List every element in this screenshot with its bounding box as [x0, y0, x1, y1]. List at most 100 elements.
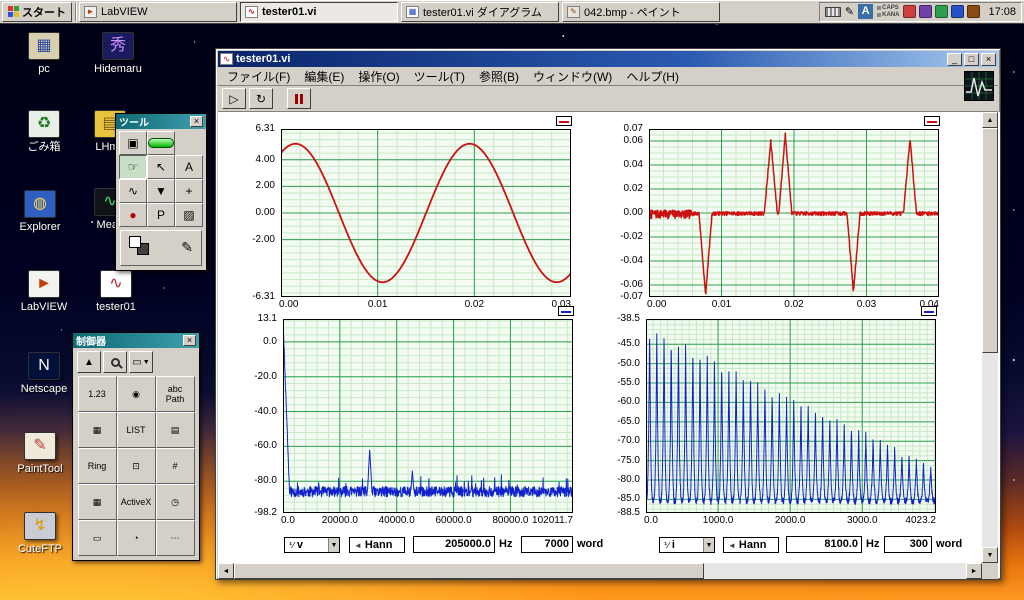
refnum-controls-icon[interactable]: ⊡ — [116, 448, 156, 484]
run-continuous-button[interactable]: ↻ — [249, 88, 273, 109]
table-controls-icon[interactable]: ▦ — [77, 484, 117, 520]
auto-tool-toggle-icon[interactable]: ▣ — [119, 131, 147, 155]
start-button[interactable]: スタート — [2, 1, 72, 22]
desktop-icon-hidemaru[interactable]: 秀 Hidemaru — [86, 32, 150, 75]
menu-item[interactable]: 編集(E) — [297, 67, 351, 86]
object-menu-tool-icon[interactable]: ▼ — [147, 179, 175, 203]
search-button[interactable] — [103, 351, 127, 373]
desktop-icon-cuteftp[interactable]: ↯ CuteFTP — [8, 512, 72, 555]
graph-controls-icon[interactable]: ▤ — [155, 412, 195, 448]
window-function-ring-left[interactable]: ◄ Hann — [349, 537, 405, 553]
controls-palette-titlebar[interactable]: 制御器 × — [73, 333, 199, 348]
taskbar-clock[interactable]: 17:08 — [984, 6, 1016, 18]
sound-icon[interactable] — [935, 5, 949, 18]
plot-legend[interactable] — [921, 306, 937, 316]
string-path-controls-icon[interactable]: abc Path — [155, 376, 195, 412]
scroll-right-icon[interactable]: ► — [966, 563, 982, 579]
sample-rate-input-left[interactable]: 205000.0 — [413, 536, 495, 553]
plot-area[interactable] — [281, 129, 571, 297]
chevron-down-icon[interactable]: ▼ — [328, 538, 339, 552]
chevron-down-icon[interactable]: ▼ — [703, 538, 714, 552]
ring-controls-icon[interactable]: Ring — [77, 448, 117, 484]
vertical-scroll-thumb[interactable] — [982, 128, 998, 353]
close-icon[interactable]: × — [190, 116, 203, 127]
pause-button[interactable] — [287, 88, 311, 109]
auto-tool-led-icon[interactable] — [147, 131, 175, 155]
ime-mode-indicator[interactable]: A — [858, 4, 874, 19]
signal-ring-right[interactable]: ⅟ i ▼ — [659, 537, 715, 553]
desktop-icon-explorer[interactable]: ◍ Explorer — [8, 190, 72, 233]
menu-item[interactable]: ウィンドウ(W) — [526, 67, 619, 86]
minimize-button[interactable]: _ — [947, 52, 962, 66]
close-icon[interactable]: × — [183, 335, 196, 346]
scroll-tool-icon[interactable]: + — [175, 179, 203, 203]
menu-item[interactable]: ファイル(F) — [220, 67, 297, 86]
desktop-icon-painttool[interactable]: ✎ PaintTool — [8, 432, 72, 475]
desktop-icon-tester01-vi[interactable]: ∿ tester01 — [84, 270, 148, 313]
sample-rate-input-right[interactable]: 8100.0 — [786, 536, 862, 553]
scroll-up-icon[interactable]: ▲ — [982, 112, 998, 128]
desktop-icon-recycle-bin[interactable]: ♻ ごみ箱 — [12, 110, 76, 153]
horizontal-scroll-thumb[interactable] — [234, 563, 704, 579]
atok-icon[interactable] — [919, 5, 933, 18]
gauge-controls-icon[interactable]: ◔ — [116, 520, 156, 556]
position-tool-icon[interactable]: ↖ — [147, 155, 175, 179]
task-button[interactable]: ► LabVIEW — [79, 1, 237, 22]
up-level-button[interactable]: ▲ — [77, 351, 101, 373]
clock-controls-icon[interactable]: ◷ — [155, 484, 195, 520]
desktop-icon-netscape[interactable]: N Netscape — [12, 352, 76, 395]
run-button[interactable]: ▷ — [222, 88, 246, 109]
plot-area[interactable] — [646, 319, 936, 513]
scroll-down-icon[interactable]: ▼ — [982, 547, 998, 563]
knob-controls-icon[interactable]: ◉ — [116, 376, 156, 412]
color-tool[interactable]: ✎ — [120, 230, 202, 266]
plot-legend[interactable] — [558, 306, 574, 316]
plot-area[interactable] — [649, 129, 939, 297]
window-titlebar[interactable]: ∿ tester01.vi _ □ × — [218, 51, 998, 67]
menu-item[interactable]: ヘルプ(H) — [619, 67, 686, 86]
vertical-scrollbar[interactable]: ▲ ▼ — [982, 112, 998, 563]
pen-input-icon[interactable]: ✎ — [845, 5, 854, 18]
color-copy-tool-icon[interactable]: ▨ — [175, 203, 203, 227]
edit-text-tool-icon[interactable]: A — [175, 155, 203, 179]
menu-item[interactable]: 操作(O) — [351, 67, 406, 86]
network-shield-icon[interactable] — [951, 5, 965, 18]
menu-item[interactable]: ツール(T) — [407, 67, 472, 86]
array-controls-icon[interactable]: ▦ — [77, 412, 117, 448]
scroll-left-icon[interactable]: ◄ — [218, 563, 234, 579]
foreground-color-swatch[interactable] — [129, 236, 141, 248]
tools-palette-titlebar[interactable]: ツール × — [116, 114, 206, 129]
close-button[interactable]: × — [981, 52, 996, 66]
plot-legend[interactable] — [556, 116, 572, 126]
options-button[interactable]: ▭ ▼ — [129, 351, 153, 373]
signal-ring-left[interactable]: ⅟ v ▼ — [284, 537, 340, 553]
activex-controls-icon[interactable]: ActiveX — [116, 484, 156, 520]
paintbrush-icon[interactable]: ✎ — [181, 239, 193, 256]
plot-legend[interactable] — [924, 116, 940, 126]
maximize-button[interactable]: □ — [964, 52, 979, 66]
list-controls-icon[interactable]: LIST — [116, 412, 156, 448]
horizontal-scrollbar[interactable]: ◄ ► — [218, 563, 982, 579]
desktop-icon-labview[interactable]: ► LabVIEW — [12, 270, 76, 313]
decoration-controls-icon[interactable]: ▭ — [77, 520, 117, 556]
probe-tool-icon[interactable]: P — [147, 203, 175, 227]
task-button[interactable]: ▦ tester01.vi ダイアグラム — [401, 1, 559, 22]
task-button[interactable]: ∿ tester01.vi — [240, 1, 398, 22]
task-button[interactable]: ✎ 042.bmp - ペイント — [562, 1, 720, 22]
battery-icon[interactable] — [967, 5, 981, 18]
operate-value-tool-icon[interactable]: ☞ — [119, 155, 147, 179]
breakpoint-tool-icon[interactable]: ● — [119, 203, 147, 227]
y-tick-label: -60.0 — [254, 440, 277, 452]
keyboard-icon[interactable] — [824, 6, 841, 17]
window-function-ring-right[interactable]: ◄ Hann — [723, 537, 779, 553]
sample-count-input-left[interactable]: 7000 — [521, 536, 573, 553]
plot-area[interactable] — [283, 319, 573, 513]
sample-count-input-right[interactable]: 300 — [884, 536, 932, 553]
wire-tool-icon[interactable]: ∿ — [119, 179, 147, 203]
numeric-controls-icon[interactable]: 1.23 — [77, 376, 117, 412]
number-controls-icon[interactable]: # — [155, 448, 195, 484]
menu-item[interactable]: 参照(B) — [472, 67, 526, 86]
desktop-icon-my-computer[interactable]: ▦ pc — [12, 32, 76, 75]
im-status-icon[interactable] — [903, 5, 917, 18]
more-controls-icon[interactable]: ⋯ — [155, 520, 195, 556]
